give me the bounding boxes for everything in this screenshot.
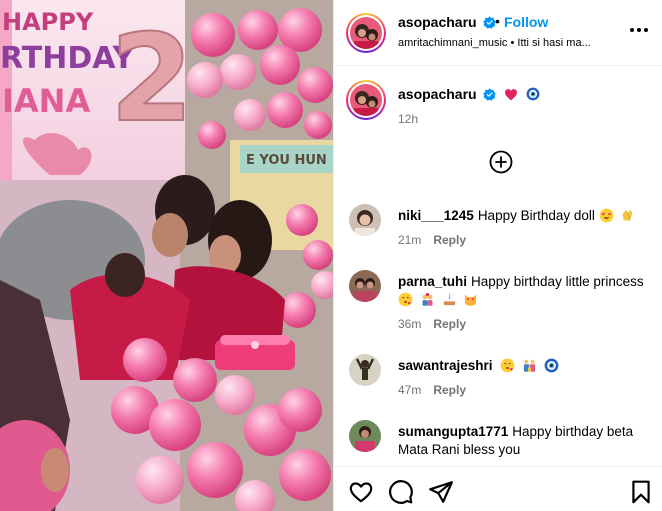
couple-emoji [422,292,433,306]
comment-time: 36m [398,317,422,331]
save-bookmark-icon[interactable] [628,479,654,505]
verified-badge-icon [483,88,497,101]
commenter-avatar[interactable] [349,204,381,236]
load-more-comments-icon[interactable] [489,150,513,174]
number-balloon: 2 [110,10,194,149]
clap-emoji [622,209,633,221]
birthday-photo: E YOU HUN HAPPY RTHDAY IANA 2 [0,0,333,511]
caption-avatar[interactable] [346,80,386,120]
reply-button[interactable]: Reply [433,317,466,331]
caption-username[interactable]: asopacharu [398,86,477,102]
separator-dot: • [495,13,500,29]
cake-emoji [443,293,455,306]
family-emoji [523,359,536,372]
more-options-icon[interactable] [630,28,648,34]
author-username[interactable]: asopacharu [398,14,477,30]
commenter-avatar[interactable] [349,354,381,386]
comment-icon[interactable] [388,479,414,505]
caption-time: 12h [398,112,419,126]
red-heart-emoji [505,89,518,101]
comment-username[interactable]: parna_tuhi [398,274,467,289]
banner-happy: HAPPY [2,8,94,36]
wall-text: E YOU HUN [246,153,327,168]
like-heart-icon[interactable] [348,479,374,505]
comment-time: 21m [398,233,422,247]
author-avatar[interactable] [346,13,386,53]
nazar-emoji [526,87,540,101]
comment-text: Happy Birthday doll [477,208,595,223]
comment-username[interactable]: sumangupta1771 [398,424,508,439]
comment-username[interactable]: sawantrajeshri [398,358,493,373]
post-sidebar: asopacharu • Follow amritachimnani_music… [333,0,662,511]
post-media[interactable]: E YOU HUN HAPPY RTHDAY IANA 2 [0,0,333,511]
comment-time: 47m [398,383,422,397]
heart-eyes-emoji [599,208,614,223]
post-caption: asopacharu 12h [334,70,662,130]
commenter-avatar[interactable] [349,270,381,302]
commenter-avatar[interactable] [349,420,381,452]
kiss-heart-emoji [398,292,413,307]
reply-button[interactable]: Reply [433,233,466,247]
nazar-emoji [544,358,559,373]
post-actions-bar [334,466,662,511]
comment-text: Happy birthday little princess [471,274,644,289]
audio-attribution[interactable]: amritachimnani_music • Itti si hasi ma..… [398,37,620,49]
share-icon[interactable] [428,479,454,505]
reply-button[interactable]: Reply [433,383,466,397]
post-header: asopacharu • Follow amritachimnani_music… [334,0,662,66]
kiss-heart-emoji [500,358,515,373]
follow-button[interactable]: Follow [504,14,548,30]
comment-username[interactable]: niki___1245 [398,208,474,223]
banner-name: IANA [2,82,90,120]
heart-eyes-cat-emoji [465,294,477,306]
